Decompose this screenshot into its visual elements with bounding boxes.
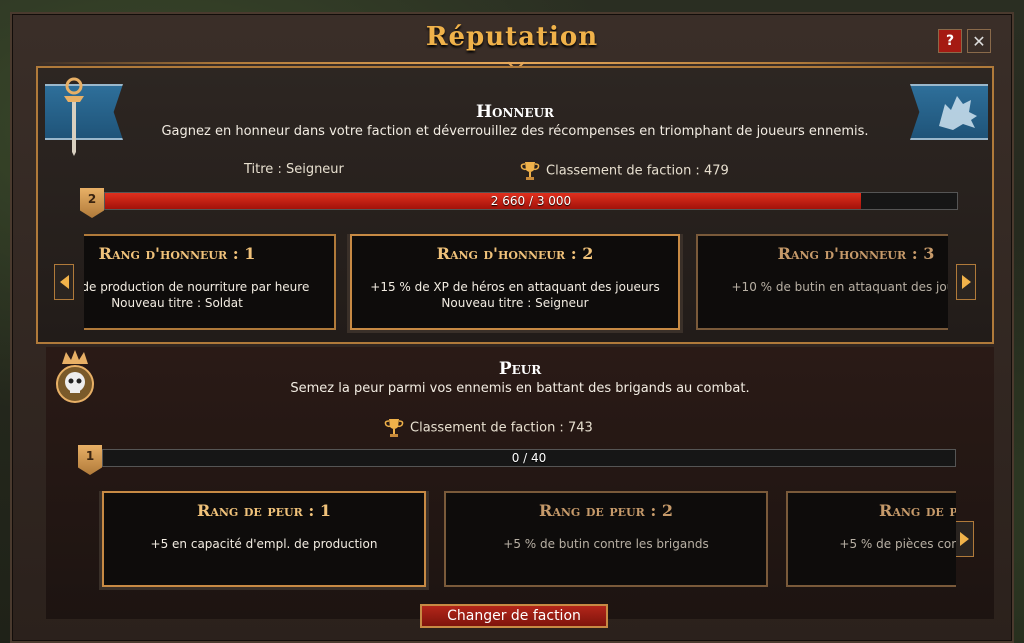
help-button[interactable]: ? xyxy=(938,29,962,53)
honor-ranking-text: Classement de faction : 479 xyxy=(546,163,729,179)
card-title: Rang de peur : 2 xyxy=(539,501,673,520)
honor-description: Gagnez en honneur dans votre faction et … xyxy=(161,124,869,139)
honor-title-label: Titre : Seigneur xyxy=(244,162,344,177)
fear-level-badge: 1 xyxy=(78,445,102,475)
skull-crown-icon xyxy=(56,350,94,403)
card-line: +15 % de XP de héros en attaquant des jo… xyxy=(370,280,660,294)
honor-cards-viewport: Rang d'honneur : 1 +5 % de production de… xyxy=(84,234,948,334)
honor-rank-card-3[interactable]: Rang d'honneur : 3 +10 % de butin en att… xyxy=(696,234,948,330)
change-faction-button[interactable]: Changer de faction xyxy=(420,604,608,628)
fear-rank-card-2[interactable]: Rang de peur : 2 +5 % de butin contre le… xyxy=(444,491,768,587)
card-line: +10 % de butin en attaquant des joueurs xyxy=(731,280,949,294)
card-title: Rang d'honneur : 1 xyxy=(98,244,256,263)
honor-next-arrow[interactable] xyxy=(956,264,976,300)
fear-next-arrow[interactable] xyxy=(954,521,974,557)
card-line: +5 % de pièces contre les brigands xyxy=(839,537,956,551)
fear-title: Peur xyxy=(498,359,542,379)
card-line: Nouveau titre : Seigneur xyxy=(441,296,589,310)
card-line: +5 en capacité d'empl. de production xyxy=(150,537,378,551)
card-title: Rang de peur : 1 xyxy=(197,501,331,520)
honor-prev-arrow[interactable] xyxy=(54,264,74,300)
fear-cards-viewport: Rang de peur : 1 +5 en capacité d'empl. … xyxy=(92,491,956,591)
honor-ranking: Classement de faction : 479 xyxy=(520,160,729,182)
honor-title: Honneur xyxy=(475,102,555,122)
trophy-icon xyxy=(520,162,540,180)
card-line: +5 % de butin contre les brigands xyxy=(503,537,709,551)
window-title: Réputation xyxy=(425,22,599,52)
fear-progress-bar: 0 / 40 xyxy=(102,449,956,467)
trophy-icon xyxy=(384,419,404,437)
fear-ranking-text: Classement de faction : 743 xyxy=(410,420,593,436)
reputation-window: Réputation ? ✕ Honneur Gagnez en honneur… xyxy=(10,12,1014,643)
card-line: Nouveau titre : Soldat xyxy=(111,296,243,310)
fear-ranking: Classement de faction : 743 xyxy=(384,417,593,439)
card-title: Rang d'honneur : 2 xyxy=(436,244,594,263)
card-title: Rang d'honneur : 3 xyxy=(777,244,935,263)
honor-panel: Honneur Gagnez en honneur dans votre fac… xyxy=(36,66,994,344)
fear-description: Semez la peur parmi vos ennemis en batta… xyxy=(290,381,750,396)
fear-progress-text: 0 / 40 xyxy=(511,451,547,465)
card-line: +5 % de production de nourriture par heu… xyxy=(84,280,310,294)
honor-progress-text: 2 660 / 3 000 xyxy=(490,194,572,208)
fear-rank-card-3[interactable]: Rang de peur : 3 +5 % de pièces contre l… xyxy=(786,491,956,587)
honor-rank-card-1[interactable]: Rang d'honneur : 1 +5 % de production de… xyxy=(84,234,336,330)
close-button[interactable]: ✕ xyxy=(967,29,991,53)
fear-panel: Peur Semez la peur parmi vos ennemis en … xyxy=(46,347,994,619)
fear-rank-card-1[interactable]: Rang de peur : 1 +5 en capacité d'empl. … xyxy=(102,491,426,587)
card-title: Rang de peur : 3 xyxy=(879,501,956,520)
honor-rank-card-2[interactable]: Rang d'honneur : 2 +15 % de XP de héros … xyxy=(350,234,680,330)
honor-progress-bar: 2 660 / 3 000 xyxy=(104,192,958,210)
honor-level-badge: 2 xyxy=(80,188,104,218)
